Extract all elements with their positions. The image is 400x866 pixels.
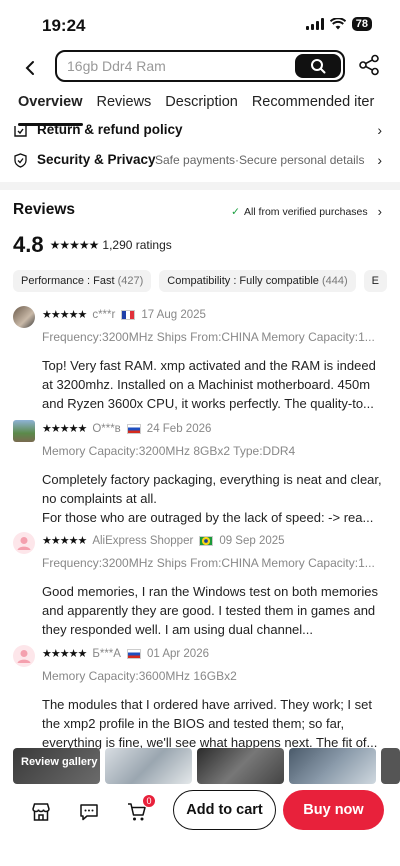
status-bar: 19:24 78 bbox=[0, 0, 400, 46]
review-sku-spec: Memory Capacity:3600MHz 16GBx2 bbox=[42, 669, 237, 683]
chevron-left-icon bbox=[25, 61, 34, 75]
signal-icon bbox=[305, 18, 324, 30]
chip-label: Compatibility : Fully compatible bbox=[167, 275, 319, 287]
avatar bbox=[13, 306, 35, 328]
section-divider bbox=[0, 182, 400, 190]
review-stars-icon: ★★★★★ bbox=[42, 535, 87, 547]
review-text: Good memories, I ran the Windows test on… bbox=[42, 584, 378, 637]
review-sku-spec: Frequency:3200MHz Ships From:CHINA Memor… bbox=[42, 330, 375, 344]
return-icon bbox=[14, 126, 27, 137]
cart-button[interactable]: 0 bbox=[124, 794, 156, 824]
review-sku-spec: Frequency:3200MHz Ships From:CHINA Memor… bbox=[42, 556, 375, 570]
search-icon bbox=[311, 59, 326, 74]
review-filter-chips: Performance : Fast (427) Compatibility :… bbox=[13, 270, 388, 292]
status-time: 19:24 bbox=[42, 16, 86, 35]
return-policy-title: Return & refund policy bbox=[37, 122, 183, 137]
search-input[interactable]: 16gb Ddr4 Ram bbox=[67, 58, 166, 74]
search-button[interactable] bbox=[295, 54, 341, 78]
review-text: The modules that I ordered have arrived.… bbox=[42, 697, 378, 750]
reviewer-name: Б***А bbox=[92, 647, 121, 660]
reviewer-name: AliExpress Shopper bbox=[92, 534, 194, 547]
review-date: 17 Aug 2025 bbox=[141, 308, 206, 321]
tab-description[interactable]: Description bbox=[165, 94, 238, 120]
tab-reviews[interactable]: Reviews bbox=[97, 94, 152, 120]
tab-recommended[interactable]: Recommended iter bbox=[252, 94, 375, 120]
status-icons: 78 bbox=[305, 17, 372, 31]
avatar bbox=[13, 532, 35, 554]
chevron-right-icon: › bbox=[377, 122, 382, 138]
chip-label: E bbox=[371, 275, 380, 287]
chip-compatibility[interactable]: Compatibility : Fully compatible (444) bbox=[159, 270, 356, 292]
verified-label: All from verified purchases bbox=[243, 205, 368, 218]
flag-france-icon bbox=[121, 309, 136, 320]
review-stars-icon: ★★★★★ bbox=[42, 309, 87, 321]
back-button[interactable] bbox=[18, 56, 42, 80]
review-text: Completely factory packaging, everything… bbox=[42, 472, 382, 525]
gallery-image[interactable] bbox=[196, 748, 284, 784]
chat-icon bbox=[80, 804, 98, 821]
chevron-right-icon: › bbox=[377, 204, 382, 219]
review-stars-icon: ★★★★★ bbox=[42, 423, 87, 435]
chat-button[interactable] bbox=[76, 800, 102, 824]
security-privacy-title: Security & Privacy bbox=[37, 152, 156, 167]
star-rating-icon: ★★★★★ bbox=[49, 238, 100, 252]
battery-indicator: 78 bbox=[351, 17, 372, 31]
chip-more[interactable]: E bbox=[363, 270, 388, 292]
review-date: 09 Sep 2025 bbox=[219, 534, 285, 547]
review-gallery: Review gallery bbox=[13, 748, 400, 784]
review-date: 24 Feb 2026 bbox=[146, 422, 212, 435]
chip-label: Performance : Fast bbox=[21, 275, 115, 287]
search-box[interactable]: 16gb Ddr4 Ram bbox=[55, 50, 345, 82]
avatar bbox=[13, 645, 35, 667]
gallery-image[interactable] bbox=[288, 748, 376, 784]
security-privacy-subtitle: Safe payments·Secure personal details bbox=[155, 153, 365, 167]
check-icon: ✓ bbox=[231, 205, 240, 218]
section-tabs: Overview Reviews Description Recommended… bbox=[18, 94, 388, 126]
gallery-cover[interactable]: Review gallery bbox=[13, 748, 100, 784]
security-privacy-row[interactable]: Security & Privacy Safe payments·Secure … bbox=[0, 149, 400, 175]
gallery-image[interactable] bbox=[380, 748, 400, 784]
review-date: 01 Apr 2026 bbox=[146, 647, 209, 660]
chevron-right-icon: › bbox=[377, 152, 382, 168]
reviewer-name: c***r bbox=[92, 308, 116, 321]
flag-russia-icon bbox=[126, 423, 141, 434]
return-policy-row[interactable]: Return & refund policy › bbox=[0, 119, 400, 145]
tab-overview[interactable]: Overview bbox=[18, 94, 83, 126]
ratings-count: 1,290 ratings bbox=[102, 238, 172, 252]
bottom-action-bar: 0 Add to cart Buy now bbox=[0, 784, 400, 866]
add-to-cart-button[interactable]: Add to cart bbox=[173, 790, 276, 830]
review-sku-spec: Memory Capacity:3200MHz 8GBx2 Type:DDR4 bbox=[42, 444, 296, 458]
store-button[interactable] bbox=[28, 800, 54, 824]
flag-russia-icon bbox=[126, 648, 141, 659]
chip-count: (427) bbox=[117, 275, 144, 287]
buy-now-button[interactable]: Buy now bbox=[283, 790, 384, 830]
gallery-label: Review gallery bbox=[21, 756, 98, 768]
verified-purchases-link[interactable]: ✓ All from verified purchases › bbox=[231, 204, 382, 219]
store-icon bbox=[32, 803, 50, 821]
flag-brazil-icon bbox=[199, 535, 214, 546]
user-icon bbox=[17, 650, 31, 663]
gallery-image[interactable] bbox=[104, 748, 192, 784]
chip-performance[interactable]: Performance : Fast (427) bbox=[13, 270, 152, 292]
wifi-icon bbox=[329, 18, 346, 30]
shield-icon bbox=[14, 153, 27, 168]
rating-summary: 4.8 ★★★★★ 1,290 ratings bbox=[13, 232, 172, 258]
chip-count: (444) bbox=[321, 275, 348, 287]
reviewer-name: O***в bbox=[92, 422, 121, 435]
review-stars-icon: ★★★★★ bbox=[42, 648, 87, 660]
search-header: 16gb Ddr4 Ram bbox=[0, 48, 400, 88]
avatar bbox=[13, 420, 35, 442]
reviews-title: Reviews bbox=[13, 201, 76, 218]
review-text: Top! Very fast RAM. xmp activated and th… bbox=[42, 358, 376, 411]
user-icon bbox=[17, 537, 31, 550]
share-icon[interactable] bbox=[358, 54, 380, 76]
cart-count-badge: 0 bbox=[142, 794, 156, 808]
rating-value: 4.8 bbox=[13, 232, 44, 257]
